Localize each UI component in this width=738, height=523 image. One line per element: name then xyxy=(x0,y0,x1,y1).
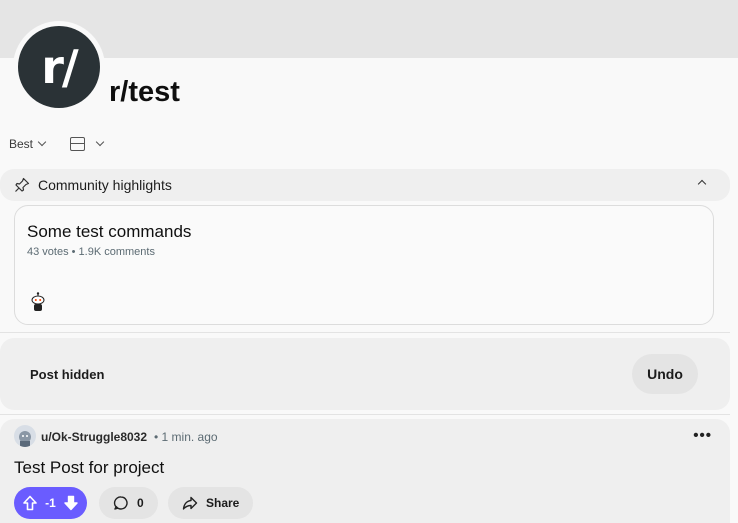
community-highlights-bar[interactable]: Community highlights xyxy=(0,169,730,201)
chevron-down-icon xyxy=(95,137,105,147)
subreddit-banner xyxy=(0,0,738,58)
chevron-down-icon xyxy=(37,137,47,147)
share-label: Share xyxy=(206,496,240,510)
highlight-card-meta: 43 votes • 1.9K comments xyxy=(27,246,155,258)
divider xyxy=(0,414,730,415)
share-icon xyxy=(182,496,198,510)
snoo-avatar xyxy=(31,292,45,311)
post-time: • 1 min. ago xyxy=(154,430,218,444)
pin-icon xyxy=(15,177,30,192)
comment-icon xyxy=(113,496,128,510)
downvote-icon[interactable] xyxy=(63,495,79,511)
hidden-post-label: Post hidden xyxy=(30,367,105,382)
highlight-card-title: Some test commands xyxy=(27,222,192,241)
post-card[interactable]: u/Ok-Struggle8032 • 1 min. ago ••• Test … xyxy=(0,419,730,523)
highlights-label: Community highlights xyxy=(38,177,172,193)
post-author[interactable]: u/Ok-Struggle8032 xyxy=(41,430,147,444)
subreddit-avatar[interactable]: r/ xyxy=(18,26,100,108)
highlight-card[interactable]: Some test commands 43 votes • 1.9K comme… xyxy=(14,205,714,325)
vote-control: -1 xyxy=(14,487,87,519)
undo-button[interactable]: Undo xyxy=(632,354,698,394)
vote-score: -1 xyxy=(45,496,56,510)
subreddit-title: r/test xyxy=(109,76,180,108)
divider xyxy=(0,332,730,333)
layout-icon xyxy=(70,137,85,151)
comment-count: 0 xyxy=(137,496,144,510)
more-icon[interactable]: ••• xyxy=(693,427,712,444)
sort-dropdown[interactable]: Best xyxy=(9,137,47,151)
chevron-up-icon[interactable] xyxy=(697,179,707,189)
post-title[interactable]: Test Post for project xyxy=(14,458,164,478)
user-avatar[interactable] xyxy=(14,425,36,447)
upvote-icon[interactable] xyxy=(22,495,38,511)
view-dropdown[interactable] xyxy=(70,137,105,151)
hidden-post-notice: Post hidden Undo xyxy=(0,338,730,410)
sort-label: Best xyxy=(9,137,34,151)
comments-button[interactable]: 0 xyxy=(99,487,158,519)
share-button[interactable]: Share xyxy=(168,487,254,519)
